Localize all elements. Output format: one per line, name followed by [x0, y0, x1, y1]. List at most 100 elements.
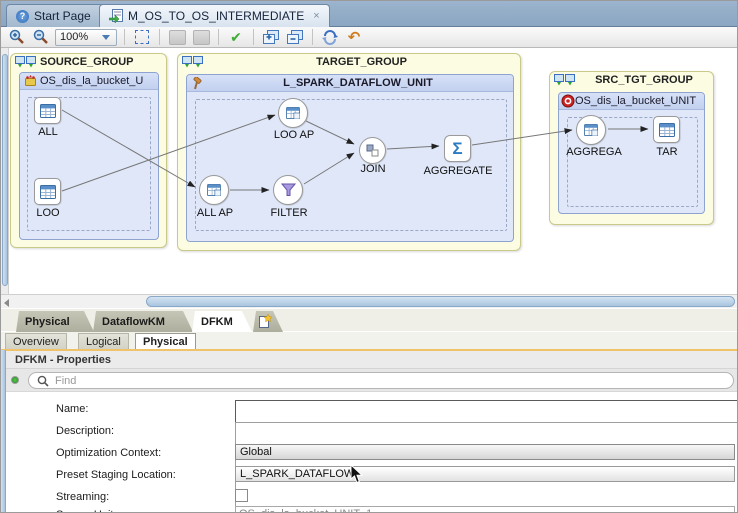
find-searchbox[interactable] — [28, 372, 734, 389]
undo-layout-button[interactable]: ↶ — [344, 28, 364, 46]
page-star-icon — [258, 314, 272, 329]
group-units-icon — [15, 56, 37, 68]
field-label-description: Description: — [56, 425, 114, 437]
tab-new-properties[interactable] — [253, 311, 283, 332]
zoom-level-select[interactable]: 100% — [55, 29, 117, 46]
expand-all-button[interactable] — [261, 28, 281, 46]
mapping-icon — [109, 9, 123, 23]
node-label-all-ap: ALL AP — [197, 207, 233, 219]
access-point-table-icon — [286, 107, 300, 119]
preset-staging-select[interactable]: L_SPARK_DATAFLOW — [235, 466, 735, 482]
odi-mapping-window: ? Start Page × M_OS_TO_OS_INTERMEDIATE × — [0, 0, 738, 513]
subtab-logical[interactable]: Logical — [78, 333, 129, 349]
synchronize-button[interactable] — [320, 28, 340, 46]
find-input[interactable] — [55, 375, 725, 387]
mouse-cursor — [350, 464, 363, 484]
horizontal-scrollbar[interactable] — [1, 294, 738, 308]
node-loo-ap[interactable] — [278, 98, 308, 128]
collapse-all-button[interactable] — [285, 28, 305, 46]
tab-label: DFKM — [201, 316, 233, 328]
field-label-streaming: Streaming: — [56, 491, 109, 503]
field-label-preset-staging: Preset Staging Location: — [56, 469, 176, 481]
left-splitter-strip[interactable] — [1, 350, 6, 513]
sync-refresh-icon — [322, 29, 338, 45]
node-tar[interactable] — [653, 116, 680, 143]
target-marker-icon — [561, 94, 575, 108]
src-tgt-group-header[interactable]: SRC_TGT_GROUP — [550, 72, 713, 88]
zoom-out-button[interactable] — [31, 28, 51, 46]
collapse-node-button-disabled — [167, 28, 187, 46]
view-subtabs: Overview Logical Physical — [1, 332, 738, 349]
validate-button[interactable]: ✔ — [226, 28, 246, 46]
vertical-scrollbar-thumb[interactable] — [2, 54, 8, 286]
tab-dfkm[interactable]: DFKM — [192, 311, 252, 332]
tab-label: Physical — [25, 316, 70, 328]
properties-form: Name: Description: Optimization Context:… — [1, 392, 738, 513]
optimization-context-select[interactable]: Global — [235, 444, 735, 460]
field-label-optimization-context: Optimization Context: — [56, 447, 161, 459]
node-filter[interactable] — [273, 175, 303, 205]
zoom-in-button[interactable] — [7, 28, 27, 46]
node-label-tar: TAR — [656, 146, 677, 158]
properties-panel-title: DFKM - Properties — [1, 351, 738, 369]
group-title: TARGET_GROUP — [207, 56, 516, 68]
node-all[interactable] — [34, 97, 61, 124]
horizontal-scrollbar-thumb[interactable] — [146, 296, 735, 307]
target-group-header[interactable]: TARGET_GROUP — [178, 54, 520, 70]
toolbar-separator — [124, 29, 125, 45]
toolbar-separator — [159, 29, 160, 45]
selected-value: Global — [240, 446, 272, 458]
field-label-source-units: Source Units: — [56, 509, 122, 513]
tab-label: DataflowKM — [102, 316, 165, 328]
zoom-level-value: 100% — [60, 31, 88, 43]
reusable-mapping-icon — [24, 75, 37, 87]
tab-physical-km[interactable]: Physical — [16, 311, 94, 332]
tab-mapping[interactable]: M_OS_TO_OS_INTERMEDIATE × — [99, 4, 330, 27]
disabled-value: OS_dis_la_bucket_UNIT_1 — [239, 508, 372, 513]
node-label-all: ALL — [38, 126, 58, 138]
src-tgt-unit-header[interactable]: OS_dis_la_bucket_UNIT — [559, 93, 704, 110]
diagram-toolbar: 100% ✔ — [1, 27, 738, 48]
access-point-table-icon — [207, 184, 221, 196]
checkmark-icon: ✔ — [230, 30, 242, 44]
document-tabbar: ? Start Page × M_OS_TO_OS_INTERMEDIATE × — [1, 1, 738, 27]
node-label-aggrega: AGGREGA — [566, 146, 622, 158]
tab-label: M_OS_TO_OS_INTERMEDIATE — [128, 9, 304, 23]
status-led-icon — [11, 376, 19, 384]
toolbar-separator — [218, 29, 219, 45]
editor-tabrow: Physical DataflowKM DFKM — [1, 309, 738, 332]
subtab-overview[interactable]: Overview — [5, 333, 67, 349]
node-label-filter: FILTER — [270, 207, 307, 219]
field-label-name: Name: — [56, 403, 88, 415]
filter-funnel-icon — [281, 183, 296, 197]
zoom-in-icon — [9, 29, 25, 45]
group-title: SRC_TGT_GROUP — [579, 74, 709, 86]
select-fit-button[interactable] — [132, 28, 152, 46]
node-loo[interactable] — [34, 178, 61, 205]
subtab-physical[interactable]: Physical — [135, 333, 196, 349]
node-join[interactable] — [359, 137, 386, 164]
node-aggrega[interactable] — [576, 115, 606, 145]
sigma-icon: Σ — [452, 140, 462, 157]
spark-unit-header[interactable]: L_SPARK_DATAFLOW_UNIT — [187, 75, 513, 92]
search-icon — [37, 375, 49, 387]
source-group-header[interactable]: SOURCE_GROUP — [11, 54, 166, 70]
collapse-all-icon — [287, 30, 304, 45]
selection-marquee-icon — [135, 30, 149, 44]
vertical-scrollbar[interactable] — [1, 48, 9, 294]
group-units-icon — [182, 56, 204, 68]
node-all-ap[interactable] — [199, 175, 229, 205]
node-label-loo-ap: LOO AP — [274, 129, 314, 141]
node-aggregate[interactable]: Σ — [444, 135, 471, 162]
source-group[interactable]: SOURCE_GROUP OS_dis_la_bucket_U — [10, 53, 167, 248]
find-row — [1, 369, 738, 392]
source-unit-header[interactable]: OS_dis_la_bucket_U — [20, 73, 158, 90]
close-icon[interactable]: × — [313, 10, 319, 22]
subtab-label: Logical — [86, 336, 121, 348]
scroll-left-arrow[interactable] — [4, 299, 9, 307]
streaming-checkbox[interactable] — [235, 489, 248, 502]
collapse-disabled-icon — [169, 30, 186, 45]
hammer-icon — [191, 77, 204, 90]
tab-dataflowkm[interactable]: DataflowKM — [93, 311, 193, 332]
node-label-aggregate: AGGREGATE — [424, 165, 493, 177]
